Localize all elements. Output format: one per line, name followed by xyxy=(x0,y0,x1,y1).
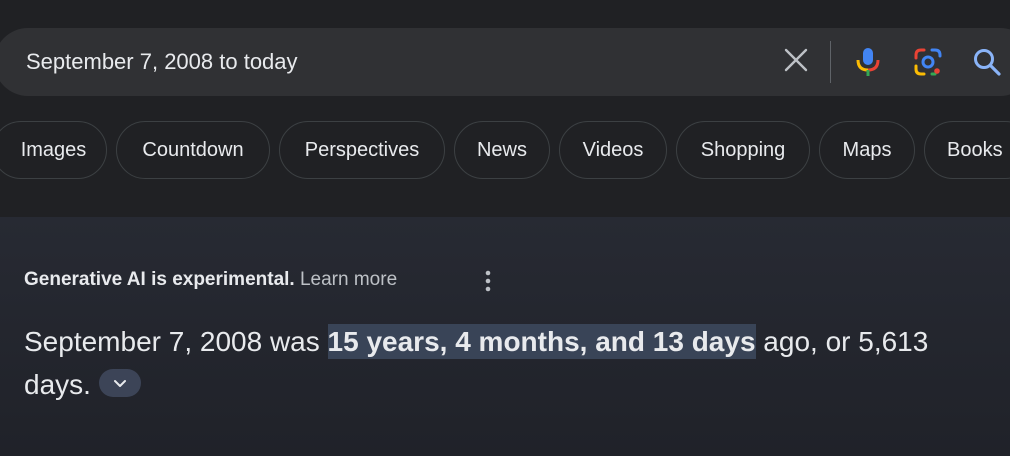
google-lens-icon[interactable] xyxy=(913,47,943,77)
chip-videos[interactable]: Videos xyxy=(559,121,667,179)
search-input[interactable]: September 7, 2008 to today xyxy=(26,49,298,75)
chip-maps[interactable]: Maps xyxy=(819,121,915,179)
ai-experimental-notice: Generative AI is experimental. Learn mor… xyxy=(24,269,397,291)
chip-label: Perspectives xyxy=(304,138,420,161)
page: September 7, 2008 to today Images Countd… xyxy=(0,0,1010,456)
answer-highlight: 15 years, 4 months, and 13 days xyxy=(327,324,756,359)
ai-overview-panel: Generative AI is experimental. Learn mor… xyxy=(0,217,1010,456)
search-icon[interactable] xyxy=(972,47,1002,77)
chip-label: Shopping xyxy=(700,138,786,161)
search-divider xyxy=(830,41,831,83)
chip-books[interactable]: Books xyxy=(924,121,1010,179)
chip-shopping[interactable]: Shopping xyxy=(676,121,810,179)
expand-answer-button[interactable] xyxy=(98,368,141,397)
ai-answer-text: September 7, 2008 was 15 years, 4 months… xyxy=(24,320,984,406)
chip-countdown[interactable]: Countdown xyxy=(116,121,270,179)
chip-images[interactable]: Images xyxy=(0,121,107,179)
chevron-down-icon xyxy=(113,379,126,387)
chip-label: Maps xyxy=(842,138,892,161)
answer-prefix: September 7, 2008 was xyxy=(24,326,320,357)
chip-news[interactable]: News xyxy=(454,121,550,179)
chip-perspectives[interactable]: Perspectives xyxy=(279,121,445,179)
microphone-icon[interactable] xyxy=(855,46,881,78)
chip-label: Countdown xyxy=(142,138,244,161)
chip-label: Videos xyxy=(582,138,644,161)
chip-label: Books xyxy=(947,138,1003,161)
learn-more-link[interactable]: Learn more xyxy=(300,269,397,290)
chip-label: News xyxy=(476,138,527,161)
ai-notice-text: Generative AI is experimental. xyxy=(24,269,295,290)
close-icon[interactable] xyxy=(784,48,808,72)
chip-label: Images xyxy=(20,138,87,161)
more-vert-icon[interactable] xyxy=(476,268,500,294)
